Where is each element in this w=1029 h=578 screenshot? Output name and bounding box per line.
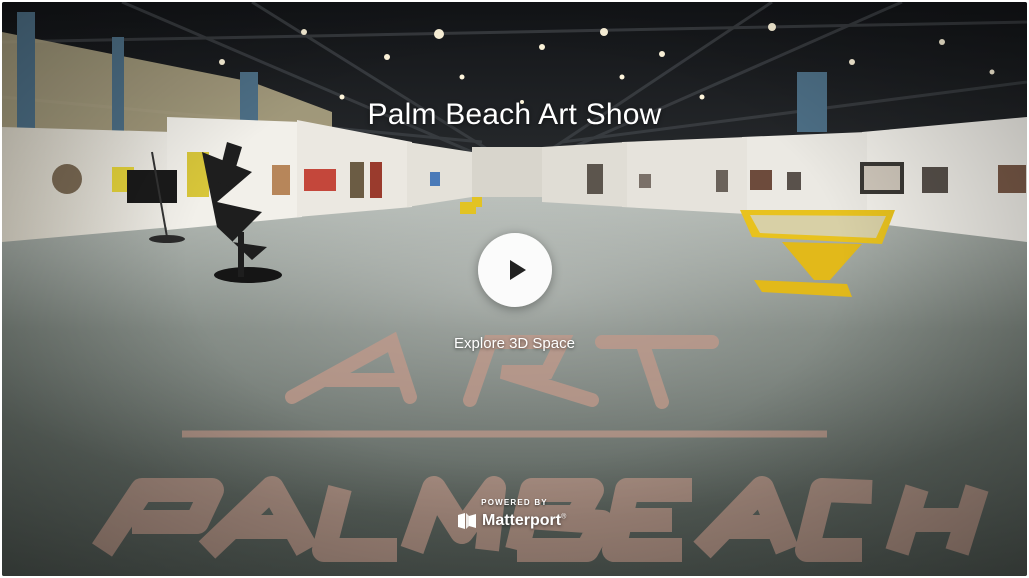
powered-by-label: POWERED BY: [481, 498, 548, 507]
showcase-title: Palm Beach Art Show: [367, 98, 662, 131]
play-button[interactable]: [478, 233, 552, 307]
trademark-symbol: ®: [561, 513, 567, 521]
matterport-wordmark: Matterport®: [482, 512, 567, 529]
matterport-logo[interactable]: Matterport®: [457, 512, 566, 530]
matterport-logo-icon: [458, 513, 476, 529]
matterport-showcase-frame[interactable]: Palm Beach Art Show Explore 3D Space POW…: [2, 2, 1027, 576]
explore-3d-space-label[interactable]: Explore 3D Space: [2, 335, 1027, 352]
play-icon: [509, 260, 526, 280]
